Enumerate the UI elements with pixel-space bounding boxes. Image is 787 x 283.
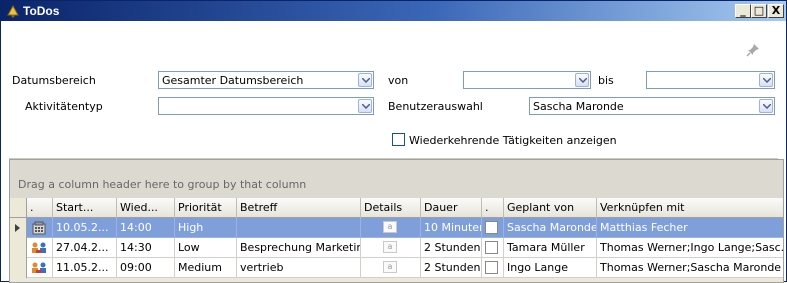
column-header-planned-by[interactable]: Geplant von	[504, 198, 597, 218]
row-type-icon	[27, 238, 53, 258]
column-header-recurrence[interactable]: Wied...	[117, 198, 175, 218]
chevron-down-icon[interactable]	[358, 73, 372, 87]
cell-subject	[237, 218, 361, 238]
user-value: Sascha Maronde	[533, 100, 624, 113]
to-date-select[interactable]	[646, 71, 775, 89]
content-area: Datumsbereich Gesamter Datumsbereich von…	[1, 21, 786, 283]
row-indicator	[10, 258, 27, 278]
date-range-value: Gesamter Datumsbereich	[162, 74, 304, 87]
activity-type-label: Aktivitätentyp	[25, 100, 103, 113]
cell-recurrence: 14:00	[117, 218, 175, 238]
row-indicator	[10, 218, 27, 238]
title-bar: ToDos _ □ X	[1, 1, 786, 21]
cell-priority: Low	[175, 238, 237, 258]
details-button[interactable]: a	[383, 261, 397, 273]
header-indicator	[10, 198, 27, 217]
cell-duration: 2 Stunden	[421, 238, 482, 258]
from-label: von	[388, 74, 409, 87]
cell-start: 27.04.2...	[53, 238, 117, 258]
activity-type-select[interactable]	[158, 97, 374, 115]
row-checkbox[interactable]	[485, 261, 498, 274]
details-button[interactable]: a	[383, 221, 397, 233]
cell-duration: 10 Minuten	[421, 218, 482, 238]
cell-subject: vertrieb	[237, 258, 361, 278]
chevron-down-icon[interactable]	[759, 73, 773, 87]
to-label: bis	[598, 74, 614, 87]
column-header-link[interactable]: Verknüpfen mit	[597, 198, 783, 218]
row-checkbox[interactable]	[485, 221, 498, 234]
details-button[interactable]: a	[383, 241, 397, 253]
todos-window: ToDos _ □ X Datumsbereich Gesamter Datum…	[0, 0, 787, 283]
group-by-hint: Drag a column header here to group by th…	[18, 178, 307, 191]
window-title: ToDos	[23, 4, 60, 18]
row-indicator	[10, 238, 27, 258]
grid-header: . Start... Wied... Priorität Betreff Det…	[10, 198, 783, 218]
from-date-select[interactable]	[463, 71, 591, 89]
bell-icon	[6, 4, 20, 18]
column-header-check[interactable]: .	[482, 198, 504, 218]
close-button[interactable]: X	[768, 4, 784, 18]
row-type-icon	[27, 218, 53, 238]
chevron-down-icon[interactable]	[358, 99, 372, 113]
recurring-checkbox[interactable]	[392, 133, 405, 146]
cell-priority: High	[175, 218, 237, 238]
cell-planned-by: Sascha Maronde	[504, 218, 597, 238]
cell-planned-by: Tamara Müller	[504, 238, 597, 258]
group-by-panel[interactable]: Drag a column header here to group by th…	[10, 160, 783, 198]
cell-link: Thomas Werner;Sascha Maronde	[597, 258, 783, 278]
recurring-label: Wiederkehrende Tätigkeiten anzeigen	[409, 134, 617, 147]
cell-check	[482, 218, 504, 238]
column-header-priority[interactable]: Priorität	[175, 198, 237, 218]
column-header-start[interactable]: Start...	[53, 198, 117, 218]
cell-recurrence: 14:30	[117, 238, 175, 258]
cell-subject: Besprechung Marketing	[237, 238, 361, 258]
cell-priority: Medium	[175, 258, 237, 278]
chevron-down-icon[interactable]	[575, 73, 589, 87]
user-label: Benutzerauswahl	[388, 100, 483, 113]
cell-recurrence: 09:00	[117, 258, 175, 278]
column-header-icon[interactable]: .	[27, 198, 53, 218]
chevron-down-icon[interactable]	[759, 99, 773, 113]
todo-grid: Drag a column header here to group by th…	[9, 159, 784, 283]
pin-icon[interactable]	[745, 42, 761, 58]
table-row[interactable]: 27.04.2... 14:30 Low Besprechung Marketi…	[10, 238, 783, 258]
minimize-button[interactable]: _	[735, 4, 751, 18]
row-type-icon	[27, 258, 53, 278]
cell-duration: 2 Stunden	[421, 258, 482, 278]
cell-check	[482, 258, 504, 278]
date-range-select[interactable]: Gesamter Datumsbereich	[158, 71, 374, 89]
date-range-label: Datumsbereich	[12, 74, 96, 87]
column-header-duration[interactable]: Dauer	[421, 198, 482, 218]
cell-planned-by: Ingo Lange	[504, 258, 597, 278]
cell-details: a	[361, 258, 421, 278]
table-row[interactable]: 11.05.2... 09:00 Medium vertrieb a 2 Stu…	[10, 258, 783, 278]
meeting-icon	[32, 262, 46, 273]
column-header-subject[interactable]: Betreff	[237, 198, 361, 218]
table-row[interactable]: 10.05.2... 14:00 High a 10 Minuten Sasch…	[10, 218, 783, 238]
cell-start: 10.05.2...	[53, 218, 117, 238]
cell-details: a	[361, 238, 421, 258]
cell-check	[482, 238, 504, 258]
cell-details: a	[361, 218, 421, 238]
cell-link: Thomas Werner;Ingo Lange;Sasc...	[597, 238, 783, 258]
row-checkbox[interactable]	[485, 241, 498, 254]
user-select[interactable]: Sascha Maronde	[529, 97, 775, 115]
meeting-icon	[32, 242, 46, 253]
maximize-button[interactable]: □	[751, 4, 767, 18]
column-header-details[interactable]: Details	[361, 198, 421, 218]
phone-icon	[32, 221, 46, 235]
cell-link: Matthias Fecher	[597, 218, 783, 238]
cell-start: 11.05.2...	[53, 258, 117, 278]
